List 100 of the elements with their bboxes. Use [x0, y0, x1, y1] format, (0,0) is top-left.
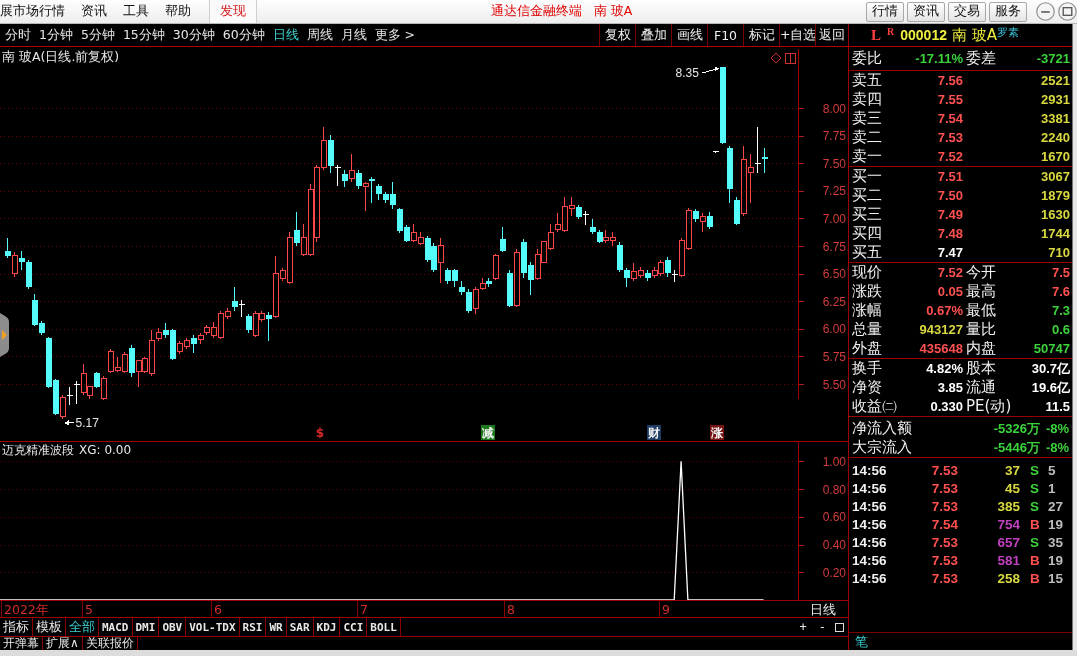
- axis-label: 5.75: [822, 349, 846, 364]
- order-price: 7.54: [936, 111, 963, 126]
- period-tab[interactable]: 30分钟: [169, 24, 218, 46]
- nav-button[interactable]: 行情: [866, 1, 904, 22]
- nav-button[interactable]: 交易: [948, 1, 986, 22]
- order-level-label: 买三: [852, 205, 883, 224]
- order-price: 7.48: [936, 226, 963, 241]
- order-price: 7.53: [936, 130, 963, 145]
- bottom-tab[interactable]: 开弹幕: [0, 637, 43, 650]
- period-tab[interactable]: 月线: [337, 24, 370, 46]
- field-value: 0.330: [929, 399, 963, 414]
- order-price: 7.47: [936, 245, 963, 260]
- indicator-tab[interactable]: RSI: [239, 618, 267, 636]
- field-value: 11.5: [1044, 399, 1070, 414]
- plus-button[interactable]: +: [796, 619, 810, 635]
- indicator-tab[interactable]: OBV: [159, 618, 187, 636]
- pointer-arrow: [701, 66, 720, 74]
- axis-label: 0.60: [822, 510, 846, 525]
- menu-item[interactable]: 帮助: [157, 0, 199, 23]
- date-label: 8: [507, 601, 515, 617]
- period-tab[interactable]: 15分钟: [119, 24, 168, 46]
- tick-time: 14:56: [852, 498, 888, 514]
- axis-label: 0.40: [822, 538, 846, 553]
- stock-code: 000012: [900, 27, 947, 43]
- period-label: 日线: [809, 601, 837, 617]
- field-label: 最低: [965, 301, 996, 320]
- field-label: 最高: [965, 282, 996, 301]
- panel-tab[interactable]: 笔: [855, 632, 868, 651]
- indicator-tab[interactable]: VOL-TDX: [186, 618, 240, 636]
- field-label: 涨幅: [852, 301, 883, 320]
- minus-button[interactable]: -: [815, 619, 829, 635]
- axis-label: 6.50: [822, 267, 846, 282]
- menu-item[interactable]: 发现: [209, 0, 257, 23]
- period-tab[interactable]: 日线: [269, 24, 302, 46]
- axis-label: 0.20: [822, 565, 846, 580]
- nav-button[interactable]: 服务: [989, 1, 1027, 22]
- field-value: 0.05: [936, 284, 963, 299]
- period-tab[interactable]: 更多 >: [371, 24, 419, 46]
- indicator-tab[interactable]: KDJ: [313, 618, 341, 636]
- bottom-tab[interactable]: 扩展∧: [43, 637, 83, 650]
- event-marker[interactable]: $: [315, 426, 325, 440]
- order-volume: 1879: [1040, 188, 1070, 203]
- stock-title: 南 玻A: [593, 3, 633, 20]
- indicator-tab[interactable]: SAR: [286, 618, 314, 636]
- field-label: 净流入额: [852, 419, 913, 438]
- stock-name: 南 玻A: [951, 25, 997, 45]
- toolbar-button[interactable]: F10: [707, 24, 743, 46]
- toolbar-button[interactable]: 标记: [743, 24, 779, 46]
- axis-label: 7.25: [822, 184, 846, 199]
- event-marker[interactable]: 减: [481, 425, 495, 440]
- tick-price: 7.53: [930, 552, 958, 568]
- field-value: 0.6: [1050, 322, 1070, 337]
- toolbar-button[interactable]: 返回: [815, 24, 848, 46]
- indicator-tab[interactable]: DMI: [132, 618, 160, 636]
- indicator-tab[interactable]: 模板: [33, 618, 66, 636]
- order-price: 7.49: [936, 207, 963, 222]
- menu-item[interactable]: 资讯: [73, 0, 115, 23]
- chart-title: 南 玻A(日线.前复权): [2, 49, 120, 64]
- tick-count: 35: [1048, 534, 1065, 550]
- field-value: 7.52: [936, 265, 963, 280]
- period-tab[interactable]: 5分钟: [77, 24, 118, 46]
- order-level-label: 卖五: [852, 71, 883, 90]
- event-marker[interactable]: 财: [647, 425, 661, 440]
- period-tab[interactable]: 分时: [2, 24, 34, 46]
- order-price: 7.52: [936, 149, 963, 164]
- period-tab[interactable]: 60分钟: [219, 24, 268, 46]
- toolbar-button[interactable]: 画线: [671, 24, 707, 46]
- indicator-tab[interactable]: 指标: [0, 618, 33, 636]
- indicator-tab[interactable]: MACD: [99, 618, 133, 636]
- indicator-tab[interactable]: WR: [266, 618, 287, 636]
- square-icon[interactable]: [835, 622, 844, 632]
- period-tab[interactable]: 周线: [303, 24, 336, 46]
- toolbar-button[interactable]: 叠加: [635, 24, 671, 46]
- low-price-label: 5.17: [75, 416, 99, 431]
- indicator-tab[interactable]: CCI: [340, 618, 368, 636]
- menu-item[interactable]: 展市场行情: [0, 0, 73, 23]
- app-title: 通达信金融终端: [490, 3, 582, 20]
- tick-volume: 37: [1003, 462, 1020, 478]
- bottom-tab[interactable]: 关联报价: [82, 637, 138, 650]
- maximize-icon[interactable]: [1058, 2, 1077, 21]
- tick-side: B: [1029, 570, 1041, 586]
- nav-button[interactable]: 资讯: [907, 1, 945, 22]
- menu-item[interactable]: 工具: [115, 0, 157, 23]
- expand-handle-icon[interactable]: [0, 313, 9, 357]
- field-value: -3721: [1035, 51, 1070, 66]
- tick-price: 7.53: [930, 534, 958, 550]
- order-volume: 1670: [1040, 149, 1070, 164]
- minimize-icon[interactable]: [1036, 2, 1055, 21]
- field-value: 7.5: [1050, 265, 1070, 280]
- period-tab[interactable]: 1分钟: [36, 24, 76, 46]
- indicator-tab[interactable]: 全部: [66, 618, 99, 636]
- order-level-label: 卖四: [852, 90, 883, 109]
- event-marker[interactable]: 涨: [710, 425, 724, 440]
- split-square-icon[interactable]: [784, 52, 797, 65]
- toolbar-button[interactable]: 复权: [599, 24, 635, 46]
- order-level-label: 卖三: [852, 109, 883, 128]
- diamond-icon[interactable]: [770, 52, 782, 64]
- axis-label: 6.00: [822, 322, 846, 337]
- toolbar-button[interactable]: +自选: [779, 24, 815, 46]
- indicator-tab[interactable]: BOLL: [367, 618, 401, 636]
